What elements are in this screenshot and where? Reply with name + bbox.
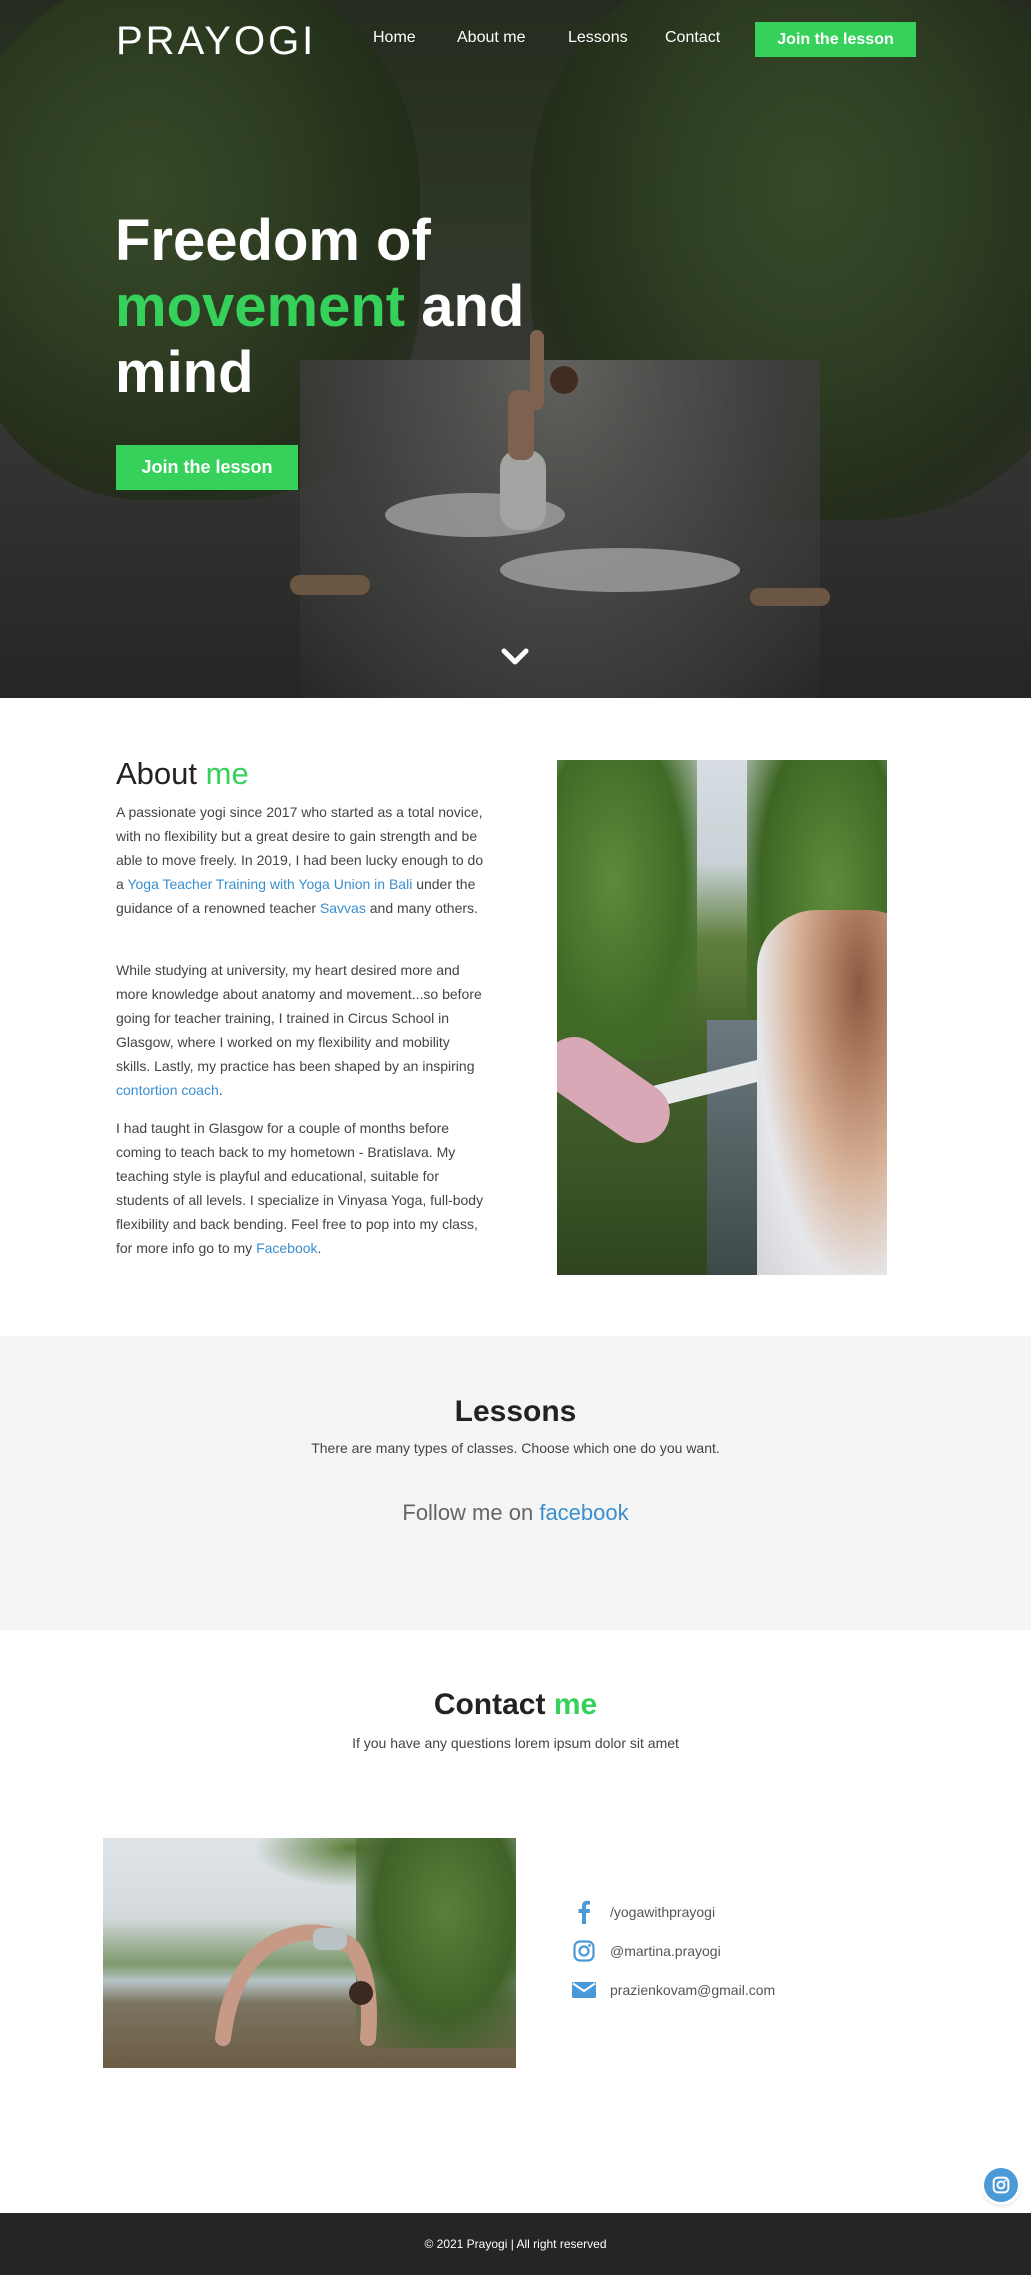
hero-join-button[interactable]: Join the lesson xyxy=(116,445,298,490)
mail-icon xyxy=(572,1978,596,2002)
savvas-link[interactable]: Savvas xyxy=(320,900,366,916)
about-title-text: About xyxy=(116,756,206,791)
chevron-down-icon[interactable] xyxy=(500,645,530,669)
nav-lessons-link[interactable]: Lessons xyxy=(568,29,628,47)
about-p3-text-2: . xyxy=(317,1240,322,1256)
hero-title-line3: mind xyxy=(115,340,254,405)
hero-title: Freedom of movement and mind xyxy=(115,208,635,406)
contact-subtitle: If you have any questions lorem ipsum do… xyxy=(352,1735,679,1751)
nav-about-link[interactable]: About me xyxy=(457,29,525,47)
nav-home-link[interactable]: Home xyxy=(373,29,416,47)
footer-copyright: © 2021 Prayogi | All right reserved xyxy=(424,2237,607,2251)
contact-instagram-text: @martina.prayogi xyxy=(610,1943,721,1959)
about-p3-text: I had taught in Glasgow for a couple of … xyxy=(116,1120,484,1256)
about-p2-text: While studying at university, my heart d… xyxy=(116,962,482,1074)
lessons-title: Lessons xyxy=(454,1395,577,1428)
contact-title: Contact me xyxy=(0,1688,1031,1722)
contact-photo-backbend-figure xyxy=(215,1924,377,2046)
facebook-icon xyxy=(572,1900,596,1924)
top-navigation: PRAYOGI Home About me Lessons Contact Jo… xyxy=(0,0,1031,78)
about-paragraph-3: I had taught in Glasgow for a couple of … xyxy=(116,1116,486,1260)
contact-photo xyxy=(103,1838,516,2068)
facebook-text-link[interactable]: Facebook xyxy=(256,1240,317,1256)
hero-title-line1: Freedom of xyxy=(115,208,431,273)
about-photo-canal xyxy=(707,1020,757,1275)
contact-instagram-row[interactable]: @martina.prayogi xyxy=(572,1938,721,1964)
contact-title-text: Contact xyxy=(433,1688,554,1721)
about-photo xyxy=(557,760,887,1275)
about-p1-text-3: and many others. xyxy=(365,900,478,916)
floating-instagram-button[interactable] xyxy=(984,2168,1018,2202)
hero-title-highlight: movement xyxy=(115,274,406,339)
site-logo[interactable]: PRAYOGI xyxy=(116,19,316,64)
about-paragraph-1: A passionate yogi since 2017 who started… xyxy=(116,800,486,920)
contact-title-highlight: me xyxy=(553,1688,598,1721)
about-title: About me xyxy=(116,756,249,792)
follow-facebook-link[interactable]: facebook xyxy=(539,1500,628,1525)
about-p2-text-2: . xyxy=(218,1082,223,1098)
lessons-section xyxy=(0,1336,1031,1630)
instagram-icon xyxy=(572,1939,596,1963)
lessons-subtitle: There are many types of classes. Choose … xyxy=(311,1440,720,1456)
about-photo-person xyxy=(757,910,887,1275)
contortion-coach-link[interactable]: contortion coach xyxy=(116,1082,219,1098)
follow-text: Follow me on xyxy=(402,1500,540,1525)
contact-email-text: prazienkovam@gmail.com xyxy=(610,1982,776,1998)
hero-title-line2: and xyxy=(405,274,525,339)
nav-join-button[interactable]: Join the lesson xyxy=(755,22,916,57)
nav-contact-link[interactable]: Contact xyxy=(665,29,720,47)
contact-email-row[interactable]: prazienkovam@gmail.com xyxy=(572,1977,775,2003)
about-paragraph-2: While studying at university, my heart d… xyxy=(116,958,486,1102)
yoga-union-link[interactable]: Yoga Teacher Training with Yoga Union in… xyxy=(127,876,412,892)
about-title-highlight: me xyxy=(205,756,249,791)
contact-facebook-row[interactable]: /yogawithprayogi xyxy=(572,1899,715,1925)
contact-facebook-text: /yogawithprayogi xyxy=(610,1904,716,1920)
instagram-icon xyxy=(992,2176,1010,2194)
about-photo-tree-left xyxy=(557,760,697,1060)
follow-facebook: Follow me on facebook xyxy=(0,1500,1031,1526)
